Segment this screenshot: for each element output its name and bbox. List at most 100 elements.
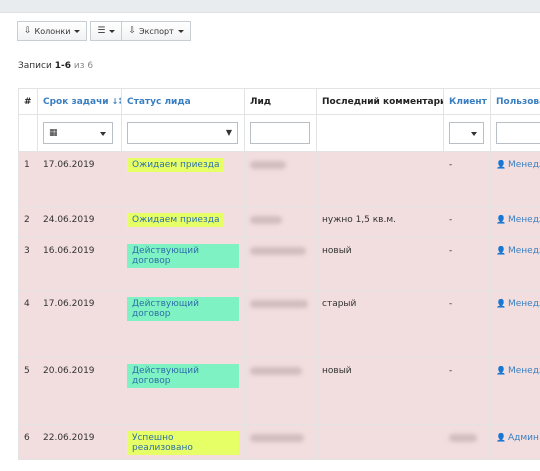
table-row[interactable]: 5 20.06.2019 Действующий договор новый -… [19,358,540,425]
leads-table: # Срок задачи↓⁑ Статус лида Лид Последни… [18,88,540,460]
row-comment [317,152,444,207]
lead-filter-input[interactable] [250,122,310,144]
user-filter-input[interactable] [496,122,540,144]
row-lead[interactable] [245,291,317,358]
row-user[interactable]: 👤Менедж [491,152,540,207]
row-comment: старый [317,291,444,358]
table-row[interactable]: 4 17.06.2019 Действующий договор старый … [19,291,540,358]
row-user-name: Менедж [508,246,540,256]
row-num: 1 [19,152,38,207]
row-comment: новый [317,358,444,425]
row-date: 20.06.2019 [38,358,122,425]
row-comment: новый [317,238,444,291]
status-badge: Успешно реализовано [127,431,239,455]
row-client: - [444,207,491,238]
columns-group: ⇩ Колонки [17,21,87,41]
user-icon: 👤 [496,246,506,255]
row-user-name: Админ [508,433,539,443]
calendar-icon: ▦ [49,128,58,138]
row-client: - [444,238,491,291]
row-date: 22.06.2019 [38,425,122,460]
row-num: 2 [19,207,38,238]
client-filter-select[interactable] [449,122,484,144]
header-num: # [19,89,38,115]
row-client [444,425,491,460]
lead-name-redacted [250,161,286,169]
export-button[interactable]: ⇩ Экспорт [122,21,190,41]
date-filter-select[interactable]: ▦ [43,122,113,144]
filter-cell-client [444,115,491,152]
status-badge: Действующий договор [127,244,239,268]
filter-cell-comment [317,115,444,152]
row-date: 17.06.2019 [38,291,122,358]
lead-name-redacted [250,216,282,224]
chevron-down-icon [471,132,477,136]
row-user-name: Менедж [508,215,540,225]
row-user[interactable]: 👤Менедж [491,358,540,425]
row-date: 17.06.2019 [38,152,122,207]
chevron-down-icon [178,30,184,33]
main-panel: ⇩ Колонки ☰ ⇩ Экспорт Записи 1-6 из 6 [0,12,540,471]
status-badge: Действующий договор [127,364,239,388]
row-user[interactable]: 👤Менедж [491,207,540,238]
row-num: 3 [19,238,38,291]
records-total: из 6 [74,61,93,71]
lead-name-redacted [250,434,304,442]
row-lead[interactable] [245,358,317,425]
table-row[interactable]: 2 24.06.2019 Ожидаем приезда нужно 1,5 к… [19,207,540,238]
row-lead[interactable] [245,207,317,238]
user-icon: 👤 [496,366,506,375]
row-num: 6 [19,425,38,460]
list-view-button[interactable]: ☰ [90,21,122,41]
header-client[interactable]: Клиент [444,89,491,115]
row-lead[interactable] [245,152,317,207]
table-row[interactable]: 6 22.06.2019 Успешно реализовано 👤Админ [19,425,540,460]
header-due-date[interactable]: Срок задачи↓⁑ [38,89,122,115]
row-status-cell: Действующий договор [122,358,245,425]
filter-cell-lead [245,115,317,152]
row-user[interactable]: 👤Менедж [491,291,540,358]
columns-icon: ⇩ [24,26,32,36]
row-comment: нужно 1,5 кв.м. [317,207,444,238]
filter-cell-num [19,115,38,152]
client-name-redacted [449,434,477,442]
row-status-cell: Ожидаем приезда [122,152,245,207]
row-user-name: Менедж [508,366,540,376]
chevron-down-icon [100,132,106,136]
user-icon: 👤 [496,215,506,224]
row-status-cell: Ожидаем приезда [122,207,245,238]
row-num: 4 [19,291,38,358]
row-status-cell: Действующий договор [122,291,245,358]
export-icon: ⇩ [128,26,136,36]
lead-name-redacted [250,300,308,308]
records-range: 1-6 [55,61,71,71]
header-status[interactable]: Статус лида [122,89,245,115]
chevron-down-icon [109,30,115,33]
row-client: - [444,152,491,207]
row-lead[interactable] [245,425,317,460]
header-last-comment: Последний комментарий [317,89,444,115]
table-row[interactable]: 1 17.06.2019 Ожидаем приезда - 👤Менедж [19,152,540,207]
row-user[interactable]: 👤Админ [491,425,540,460]
filter-cell-status: ▼ [122,115,245,152]
header-due-date-label: Срок задачи [43,97,109,107]
table-row[interactable]: 3 16.06.2019 Действующий договор новый -… [19,238,540,291]
user-icon: 👤 [496,299,506,308]
status-badge: Ожидаем приезда [127,213,224,227]
status-filter-select[interactable]: ▼ [127,122,238,144]
chevron-down-icon [74,30,80,33]
header-user[interactable]: Пользовател [491,89,540,115]
row-comment [317,425,444,460]
lead-name-redacted [250,247,306,255]
table-toolbar: ⇩ Колонки ☰ ⇩ Экспорт [17,21,194,41]
export-button-label: Экспорт [139,27,174,36]
row-client: - [444,291,491,358]
list-icon: ☰ [97,26,105,36]
columns-button[interactable]: ⇩ Колонки [17,21,87,41]
status-badge: Ожидаем приезда [127,158,224,172]
filter-cell-user [491,115,540,152]
row-user[interactable]: 👤Менедж [491,238,540,291]
row-user-name: Менедж [508,160,540,170]
row-num: 5 [19,358,38,425]
row-lead[interactable] [245,238,317,291]
